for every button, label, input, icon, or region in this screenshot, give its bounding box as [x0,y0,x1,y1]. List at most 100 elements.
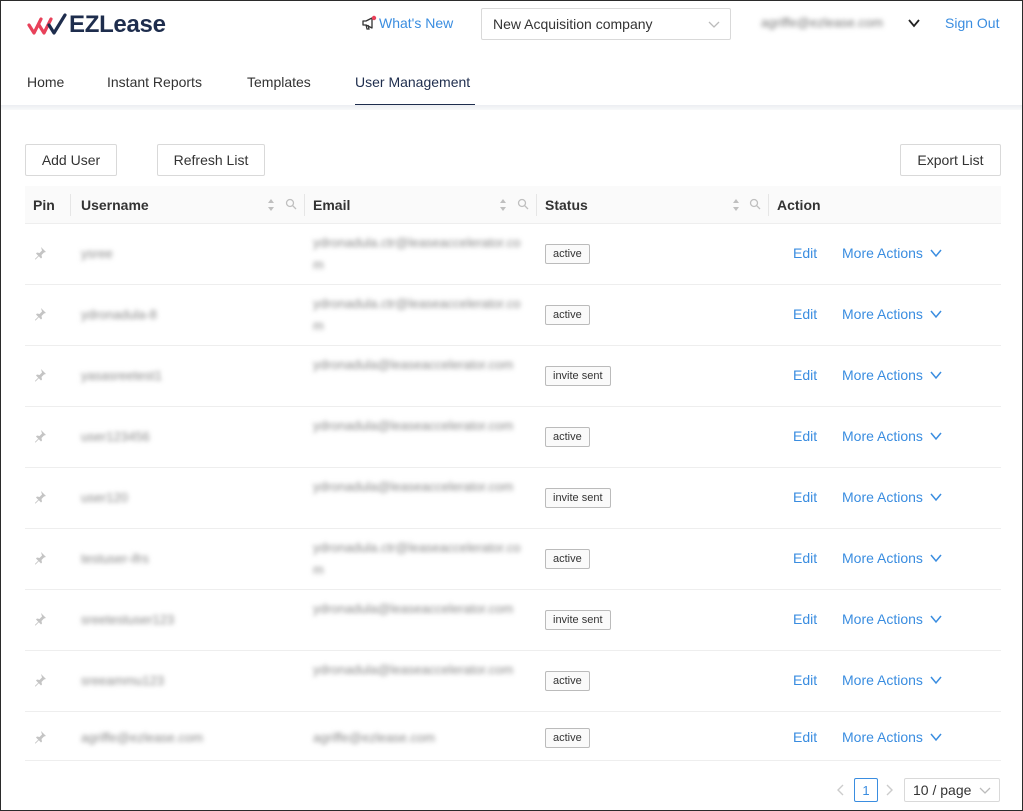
chevron-right-icon[interactable] [883,783,895,797]
edit-link[interactable]: Edit [793,672,817,688]
pin-icon[interactable] [33,551,47,565]
more-actions-dropdown[interactable]: More Actions [842,550,943,566]
table-row: agriffe@ezlease.com agriffe@ezlease.com … [25,712,1001,761]
status-badge: active [545,728,590,748]
edit-link[interactable]: Edit [793,729,817,745]
nav-item-user-management[interactable]: User Management [355,74,470,90]
search-icon[interactable] [517,198,529,210]
status-badge: invite sent [545,366,611,386]
chevron-down-icon [930,554,942,563]
column-header-email[interactable]: Email [313,186,350,224]
edit-link[interactable]: Edit [793,428,817,444]
more-actions-dropdown[interactable]: More Actions [842,489,943,505]
chevron-down-icon [930,371,942,380]
table-body: ysree ydronadula.ctr@leaseaccelerator.co… [25,224,1001,761]
user-menu-chevron-icon[interactable] [907,16,921,30]
edit-link[interactable]: Edit [793,550,817,566]
page-size-select[interactable]: 10 / page [904,778,1000,802]
edit-link[interactable]: Edit [793,306,817,322]
chevron-down-icon [708,21,720,28]
pin-icon[interactable] [33,307,47,321]
logo-text: EZLease [69,11,166,38]
nav-item-home[interactable]: Home [27,74,64,90]
nav-item-templates[interactable]: Templates [247,74,311,90]
more-actions-dropdown[interactable]: More Actions [842,672,943,688]
export-list-button[interactable]: Export List [900,144,1001,176]
column-divider [536,194,537,216]
chevron-down-icon [930,676,942,685]
nav-divider [1,105,1022,110]
edit-link[interactable]: Edit [793,489,817,505]
more-actions-dropdown[interactable]: More Actions [842,611,943,627]
more-actions-dropdown[interactable]: More Actions [842,428,943,444]
sign-out-link[interactable]: Sign Out [945,15,999,31]
refresh-list-button[interactable]: Refresh List [157,144,265,176]
pin-icon[interactable] [33,368,47,382]
pin-icon[interactable] [33,490,47,504]
email-cell: ydronadula.ctr@leaseaccelerator.com [313,235,521,272]
search-icon[interactable] [285,198,297,210]
username-cell: sreeammu123 [81,673,165,688]
ezlease-logo[interactable]: EZLease [27,11,166,39]
pagination-page-1[interactable]: 1 [854,778,878,802]
table-row: ydronadula-8 ydronadula.ctr@leaseacceler… [25,285,1001,346]
chevron-down-icon [930,493,942,502]
status-badge: active [545,305,590,325]
status-badge: invite sent [545,488,611,508]
more-actions-label: More Actions [842,489,923,505]
main-nav: Home Instant Reports Templates User Mana… [1,61,1022,107]
username-cell: yasasreetest1 [81,368,162,383]
pin-icon[interactable] [33,673,47,687]
column-header-username[interactable]: Username [81,186,149,224]
add-user-button[interactable]: Add User [25,144,117,176]
more-actions-label: More Actions [842,306,923,322]
company-select[interactable]: New Acquisition company [481,8,731,40]
chevron-down-icon [930,733,942,742]
whats-new-label: What's New [379,15,454,31]
username-cell: agriffe@ezlease.com [81,730,204,745]
nav-item-instant-reports[interactable]: Instant Reports [107,74,202,90]
email-cell: ydronadula@leaseaccelerator.com [313,479,514,494]
pin-icon[interactable] [33,429,47,443]
column-divider [304,194,305,216]
search-icon[interactable] [749,198,761,210]
pin-icon[interactable] [33,730,47,744]
user-table: Pin Username Email Status Action ysree y… [25,186,1001,761]
logo-check-icon [27,13,67,35]
column-header-pin: Pin [33,197,55,213]
username-cell: ysree [81,246,113,261]
status-badge: invite sent [545,610,611,630]
chevron-down-icon [930,432,942,441]
table-row: user123456 ydronadula@leaseaccelerator.c… [25,407,1001,468]
company-select-value: New Acquisition company [493,16,653,32]
column-header-status[interactable]: Status [545,186,588,224]
sort-icon[interactable] [267,198,275,212]
email-cell: agriffe@ezlease.com [313,730,436,745]
chevron-left-icon[interactable] [835,783,847,797]
status-badge: active [545,671,590,691]
email-cell: ydronadula@leaseaccelerator.com [313,418,514,433]
pin-icon[interactable] [33,246,47,260]
chevron-down-icon [979,787,991,794]
more-actions-dropdown[interactable]: More Actions [842,367,943,383]
email-cell: ydronadula@leaseaccelerator.com [313,357,514,372]
more-actions-dropdown[interactable]: More Actions [842,729,943,745]
pin-icon[interactable] [33,612,47,626]
more-actions-label: More Actions [842,245,923,261]
more-actions-label: More Actions [842,672,923,688]
more-actions-dropdown[interactable]: More Actions [842,245,943,261]
more-actions-label: More Actions [842,729,923,745]
chevron-down-icon [930,249,942,258]
sort-icon[interactable] [732,198,740,212]
email-cell: ydronadula@leaseaccelerator.com [313,662,514,677]
edit-link[interactable]: Edit [793,367,817,383]
edit-link[interactable]: Edit [793,611,817,627]
table-row: user120 ydronadula@leaseaccelerator.com … [25,468,1001,529]
table-row: sreetestuser123 ydronadula@leaseaccelera… [25,590,1001,651]
sort-icon[interactable] [499,198,507,212]
column-divider [70,194,71,216]
more-actions-dropdown[interactable]: More Actions [842,306,943,322]
edit-link[interactable]: Edit [793,245,817,261]
email-cell: ydronadula.ctr@leaseaccelerator.com [313,296,521,333]
whats-new-link[interactable]: What's New [361,15,453,31]
